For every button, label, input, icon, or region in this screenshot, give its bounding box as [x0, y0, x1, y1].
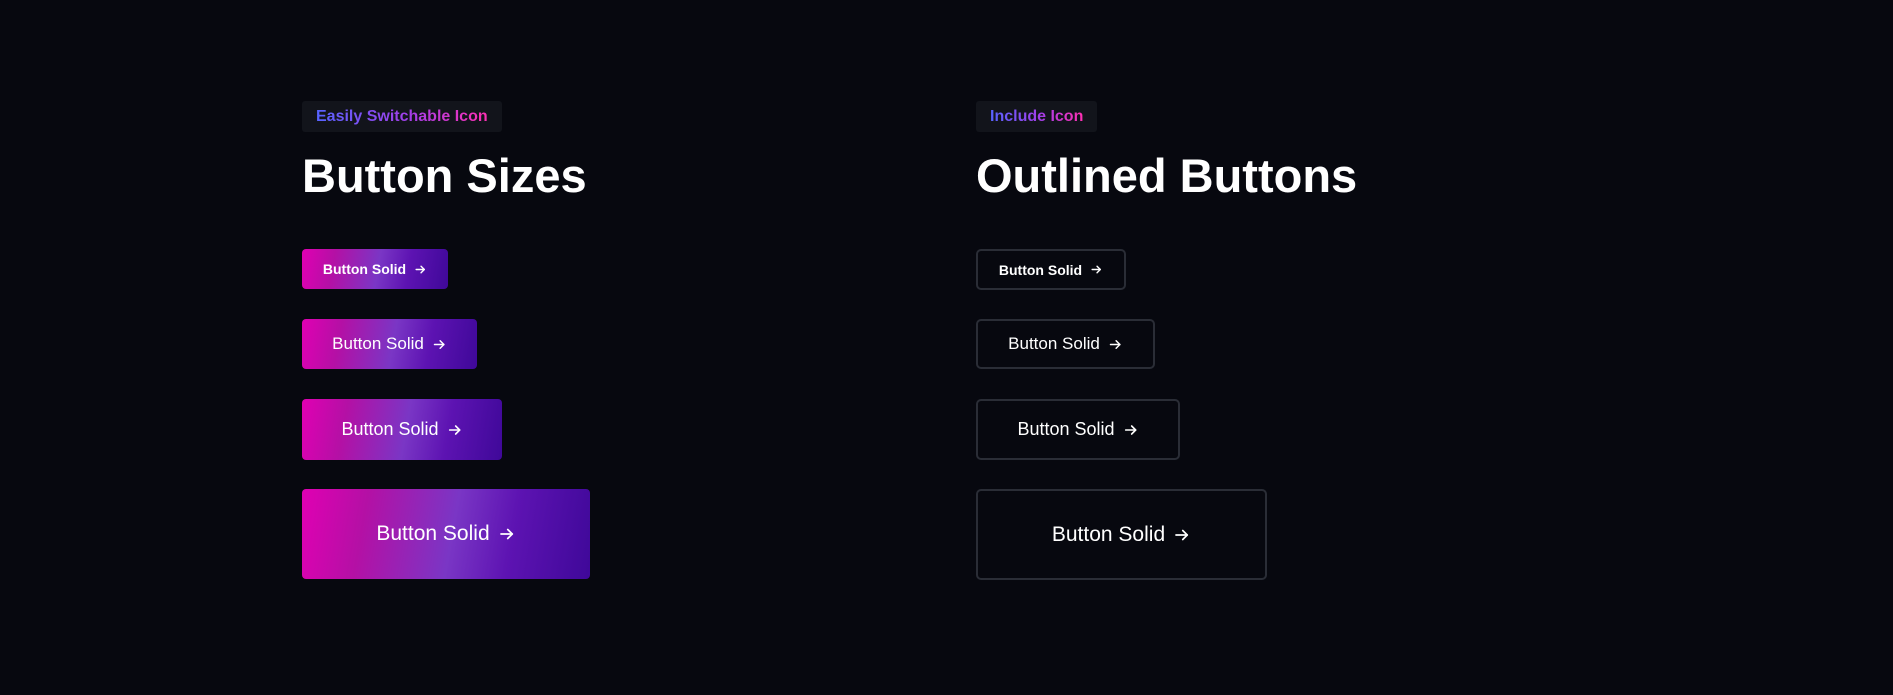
arrow-right-icon	[1108, 337, 1123, 352]
arrow-right-icon	[447, 422, 463, 438]
outlined-button-small[interactable]: Button Solid	[976, 249, 1126, 290]
solid-button-large[interactable]: Button Solid	[302, 399, 502, 460]
solid-button-medium[interactable]: Button Solid	[302, 319, 477, 369]
arrow-right-icon	[1123, 422, 1139, 438]
arrow-right-icon	[498, 525, 516, 543]
solid-button-small[interactable]: Button Solid	[302, 249, 448, 289]
arrow-right-icon	[1173, 526, 1191, 544]
arrow-right-icon	[1090, 263, 1103, 276]
arrow-right-icon	[414, 263, 427, 276]
outlined-button-xlarge[interactable]: Button Solid	[976, 489, 1267, 580]
button-label: Button Solid	[376, 522, 490, 545]
section-tag-label: Easily Switchable Icon	[316, 108, 488, 125]
button-label: Button Solid	[1017, 419, 1115, 439]
button-label: Button Solid	[998, 261, 1083, 278]
section-tag: Easily Switchable Icon	[302, 101, 502, 132]
outlined-button-medium[interactable]: Button Solid	[976, 319, 1155, 369]
arrow-right-icon	[432, 337, 447, 352]
outlined-buttons-section: Include Icon Outlined Buttons Button Sol…	[976, 101, 1357, 580]
section-tag: Include Icon	[976, 101, 1098, 132]
outlined-button-large[interactable]: Button Solid	[976, 399, 1180, 460]
button-label: Button Solid	[341, 419, 439, 439]
button-label: Button Solid	[332, 334, 424, 353]
button-label: Button Solid	[322, 261, 407, 277]
button-label: Button Solid	[1008, 334, 1100, 353]
section-tag-label: Include Icon	[990, 108, 1084, 125]
solid-button-xlarge[interactable]: Button Solid	[302, 489, 590, 579]
section-title: Button Sizes	[302, 149, 587, 202]
button-sizes-section: Easily Switchable Icon Button Sizes Butt…	[302, 101, 590, 579]
button-label: Button Solid	[1051, 522, 1166, 546]
section-title: Outlined Buttons	[976, 149, 1358, 202]
